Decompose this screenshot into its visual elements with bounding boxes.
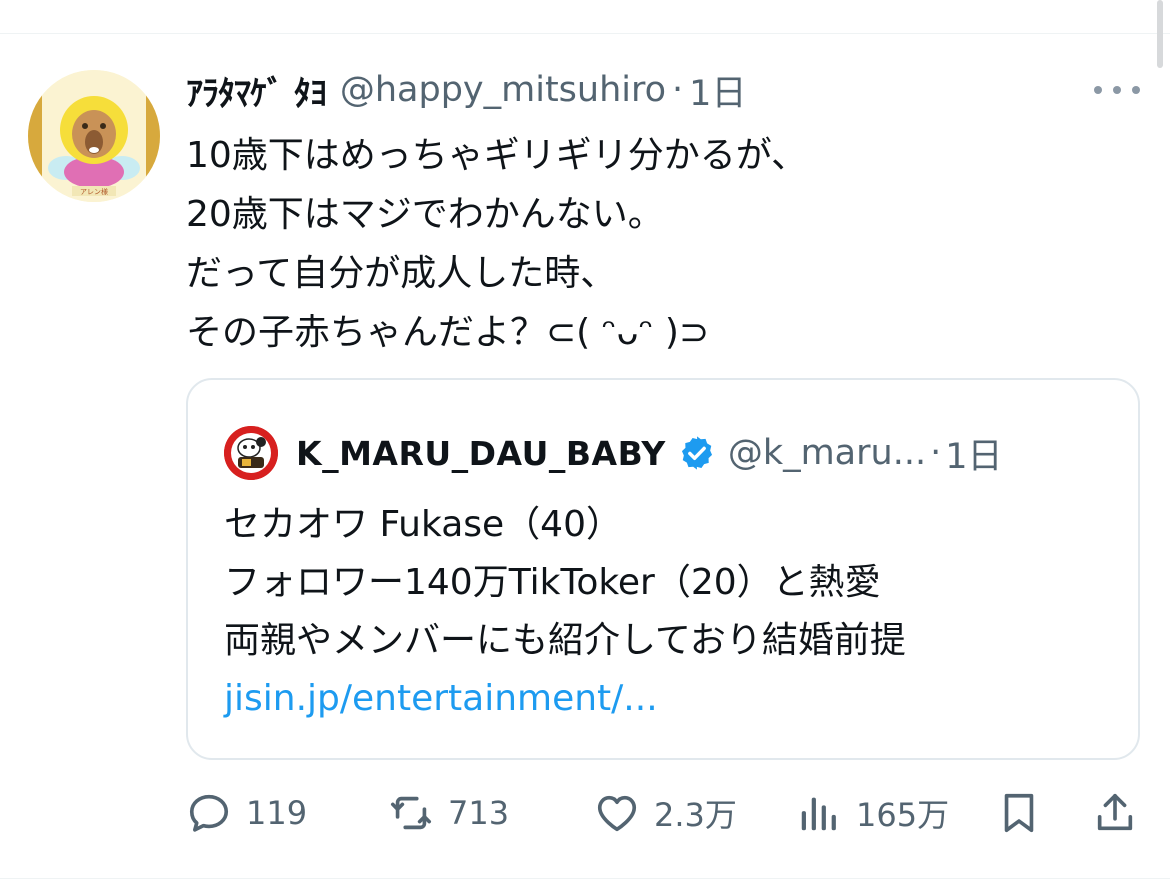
tweet-timestamp[interactable]: 1日 — [689, 65, 746, 116]
tweet-text: 10歳下はめっちゃギリギリ分かるが、 20歳下はマジでわかんない。 だって自分が… — [186, 126, 1126, 362]
author-avatar[interactable]: アレン様 — [28, 70, 160, 202]
quoted-header-separator: · — [930, 433, 942, 473]
quoted-author-avatar-image — [224, 426, 278, 480]
quoted-author-avatar[interactable] — [224, 426, 278, 480]
more-dot — [1132, 86, 1140, 94]
share-button[interactable] — [1092, 790, 1138, 836]
more-dot — [1113, 86, 1121, 94]
more-icon[interactable] — [1094, 78, 1140, 102]
verified-badge-icon — [681, 436, 712, 470]
like-icon — [597, 795, 637, 832]
avatar-caption: アレン様 — [80, 188, 108, 196]
more-dot — [1094, 86, 1102, 94]
reply-count: 119 — [246, 794, 308, 832]
tweet-text-line: 20歳下はマジでわかんない。 — [186, 194, 664, 235]
views-count: 165万 — [856, 796, 950, 834]
like-button[interactable]: 2.3万 — [594, 790, 737, 836]
retweet-icon — [390, 796, 432, 830]
tweet-text-line: その子赤ちゃんだよ？⊂( ᵔᴗᵔ )⊃ — [186, 312, 710, 353]
reply-button[interactable]: 119 — [186, 790, 307, 836]
like-count: 2.3万 — [654, 796, 737, 834]
header-separator: · — [672, 70, 684, 110]
quoted-text-line: フォロワー140万TikToker（20）と熱愛 — [224, 562, 881, 603]
quoted-text-line: 両親やメンバーにも紹介しており結婚前提 — [224, 620, 906, 661]
quoted-article-link[interactable]: jisin.jp/entertainment/... — [224, 670, 1104, 728]
share-icon — [1097, 793, 1133, 831]
top-divider — [0, 33, 1170, 34]
bottom-divider — [0, 878, 1170, 879]
author-avatar-image — [28, 70, 160, 202]
quoted-author-display-name[interactable]: K_MARU_DAU_BABY — [296, 434, 666, 473]
tweet-text-line: だって自分が成人した時、 — [186, 253, 617, 294]
reply-icon — [189, 794, 229, 832]
scrollbar[interactable] — [1157, 0, 1163, 68]
bookmark-icon — [1004, 793, 1034, 833]
retweet-button[interactable]: 713 — [388, 790, 509, 836]
bookmark-button[interactable] — [996, 790, 1042, 836]
tweet-header: ｱﾗﾀﾏｹﾞ ﾀﾖ @happy_mitsuhiro · 1日 — [186, 62, 746, 118]
quoted-tweet-header: K_MARU_DAU_BABY @k_maru... · 1日 — [224, 426, 1003, 480]
quoted-tweet-text: セカオワ Fukase（40） フォロワー140万TikToker（20）と熱愛… — [224, 496, 1104, 728]
tweet-text-line: 10歳下はめっちゃギリギリ分かるが、 — [186, 135, 808, 176]
quoted-tweet-card[interactable]: K_MARU_DAU_BABY @k_maru... · 1日 セカオワ Fuk… — [186, 378, 1140, 760]
quoted-tweet-timestamp: 1日 — [945, 436, 1003, 477]
views-icon — [801, 797, 836, 831]
quoted-text-line: セカオワ Fukase（40） — [224, 504, 622, 545]
retweet-count: 713 — [448, 794, 510, 832]
quoted-author-handle[interactable]: @k_maru... — [728, 433, 926, 473]
author-handle[interactable]: @happy_mitsuhiro — [340, 70, 666, 110]
author-display-name[interactable]: ｱﾗﾀﾏｹﾞ ﾀﾖ — [186, 66, 327, 115]
views-button[interactable]: 165万 — [796, 790, 949, 836]
